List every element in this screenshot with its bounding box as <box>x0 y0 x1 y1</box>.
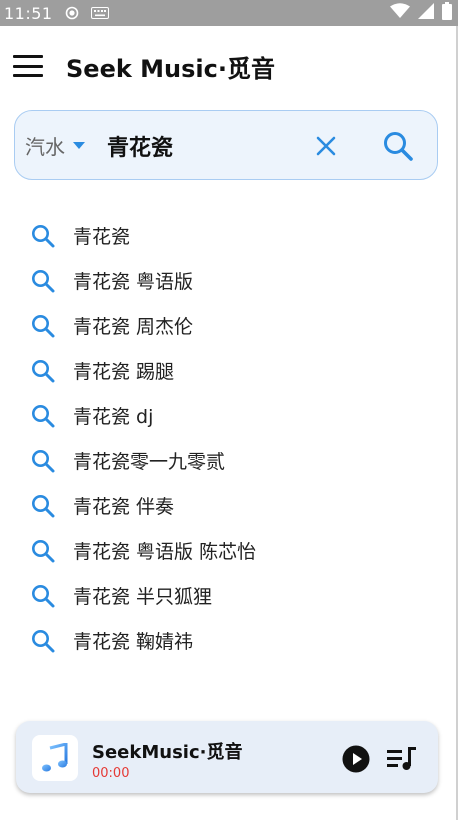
track-title: SeekMusic·觅音 <box>92 742 243 763</box>
search-bar: 汽水 <box>14 110 438 180</box>
app-title: Seek Music·觅音 <box>66 54 275 83</box>
search-icon <box>30 268 56 294</box>
suggestion-item[interactable]: 青花瓷 半只狐狸 <box>0 573 458 618</box>
suggestion-text: 青花瓷 踢腿 <box>73 361 175 383</box>
app-bar: Seek Music·觅音 <box>0 26 458 106</box>
suggestion-text: 青花瓷零一九零贰 <box>73 451 226 473</box>
source-label: 汽水 <box>25 134 65 159</box>
suggestion-text: 青花瓷 粤语版 <box>73 271 194 293</box>
suggestion-item[interactable]: 青花瓷 周杰伦 <box>0 303 458 348</box>
search-icon <box>30 628 56 654</box>
search-icon <box>30 313 56 339</box>
suggestion-item[interactable]: 青花瓷 鞠婧祎 <box>0 618 458 663</box>
search-icon <box>30 358 56 384</box>
music-note-icon <box>32 735 78 781</box>
play-icon[interactable] <box>342 745 370 773</box>
keyboard-icon <box>90 7 109 19</box>
suggestion-text: 青花瓷 周杰伦 <box>73 316 194 338</box>
search-icon <box>30 448 56 474</box>
suggestion-list: 青花瓷 青花瓷 粤语版 青花瓷 周杰伦 青花瓷 踢腿 青花瓷 dj 青花瓷零一九零贰 青花瓷… <box>0 213 458 663</box>
suggestion-item[interactable]: 青花瓷 dj <box>0 393 458 438</box>
suggestion-item[interactable]: 青花瓷 粤语版 <box>0 258 458 303</box>
suggestion-text: 青花瓷 鞠婧祎 <box>73 631 194 653</box>
suggestion-text: 青花瓷 伴奏 <box>73 496 175 518</box>
search-icon <box>30 538 56 564</box>
search-icon <box>30 403 56 429</box>
suggestion-text: 青花瓷 半只狐狸 <box>73 586 213 608</box>
mini-player[interactable]: SeekMusic·觅音 00:00 <box>16 721 438 793</box>
record-icon <box>65 6 79 20</box>
suggestion-item[interactable]: 青花瓷 踢腿 <box>0 348 458 393</box>
search-icon <box>30 583 56 609</box>
suggestion-text: 青花瓷 粤语版 陈芯怡 <box>73 541 257 563</box>
playlist-icon[interactable] <box>387 746 417 772</box>
suggestion-item[interactable]: 青花瓷 <box>0 213 458 258</box>
suggestion-text: 青花瓷 <box>73 226 131 248</box>
wifi-icon <box>390 3 410 23</box>
suggestion-text: 青花瓷 dj <box>73 406 154 428</box>
search-icon <box>30 223 56 249</box>
search-icon <box>30 493 56 519</box>
search-input[interactable] <box>105 125 299 167</box>
track-time: 00:00 <box>92 766 130 781</box>
close-icon[interactable] <box>311 131 341 161</box>
suggestion-item[interactable]: 青花瓷 粤语版 陈芯怡 <box>0 528 458 573</box>
suggestion-item[interactable]: 青花瓷零一九零贰 <box>0 438 458 483</box>
signal-icon <box>418 3 434 23</box>
caret-down-icon <box>73 141 85 149</box>
status-time: 11:51 <box>4 3 53 23</box>
hamburger-menu-icon[interactable] <box>13 55 43 77</box>
search-icon[interactable] <box>381 129 415 163</box>
status-bar: 11:51 <box>0 0 458 26</box>
source-selector[interactable]: 汽水 <box>25 111 85 179</box>
battery-icon <box>442 2 452 24</box>
suggestion-item[interactable]: 青花瓷 伴奏 <box>0 483 458 528</box>
